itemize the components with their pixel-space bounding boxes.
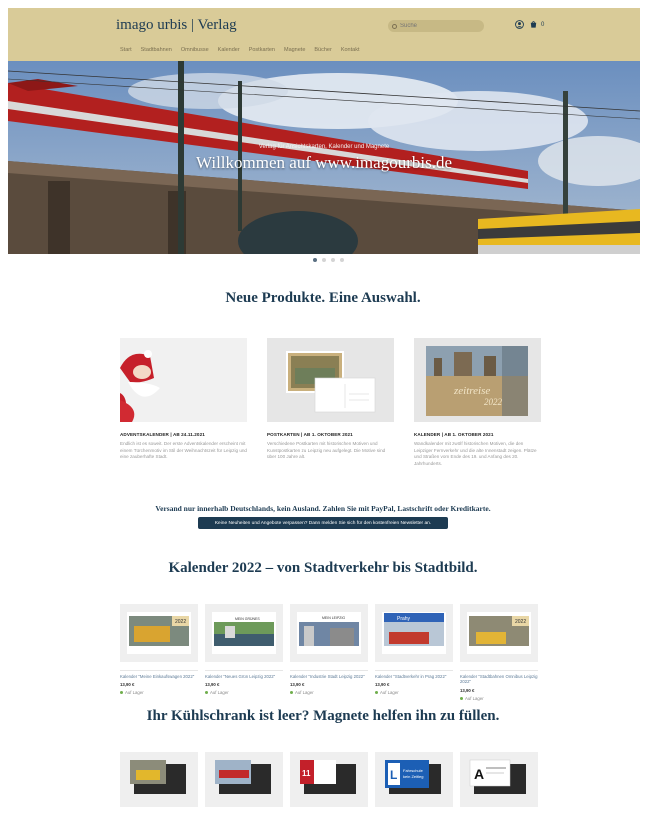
calendar-image[interactable]: 2022 bbox=[120, 604, 198, 662]
teaser-text: Wandkalender mit zwölf historischen Moti… bbox=[414, 441, 537, 466]
stock-dot-icon bbox=[460, 696, 463, 700]
teaser-advent: ADVENTSKALENDER | AB 24.11.2021 Endlich … bbox=[120, 338, 247, 461]
search-icon bbox=[392, 23, 397, 29]
stock-status: Auf Lager bbox=[290, 690, 368, 695]
brand-logo[interactable]: imago urbis | Verlag bbox=[116, 17, 237, 34]
divider bbox=[290, 670, 368, 671]
teaser-image[interactable]: zeitreise 2022 bbox=[414, 338, 541, 422]
magnet-text: Fahrschule bbox=[403, 768, 424, 773]
stock-status: Auf Lager bbox=[120, 690, 198, 695]
svg-text:L: L bbox=[390, 768, 397, 782]
magnet-text: 11 bbox=[302, 769, 311, 778]
divider bbox=[120, 670, 198, 671]
search-box[interactable] bbox=[388, 20, 484, 32]
hero-title: Willkommen auf www.imagourbis.de bbox=[196, 153, 452, 172]
calendar-badge: 2022 bbox=[175, 619, 186, 625]
nav-item-magnete[interactable]: Magnete bbox=[284, 47, 305, 53]
nav-item-kalender[interactable]: Kalender bbox=[218, 47, 240, 53]
stock-label: Auf Lager bbox=[465, 695, 484, 701]
stock-dot-icon bbox=[205, 691, 208, 695]
calendars-heading: Kalender 2022 – von Stadtverkehr bis Sta… bbox=[168, 560, 478, 576]
divider bbox=[375, 670, 453, 671]
calendar-image[interactable]: MEIN GRÜNES bbox=[205, 604, 283, 662]
stock-status: Auf Lager bbox=[375, 690, 453, 695]
calendar-card-text: MEIN LEIPZIG bbox=[322, 616, 345, 620]
calendar-price: 13,90 € bbox=[375, 682, 390, 688]
calendar-price: 13,90 € bbox=[205, 682, 220, 688]
site-header: imago urbis | Verlag 0 Start Stadtbahnen… bbox=[8, 8, 640, 61]
slider-dot[interactable] bbox=[313, 258, 317, 262]
divider bbox=[460, 670, 538, 671]
user-icon[interactable] bbox=[514, 19, 525, 30]
stock-dot-icon bbox=[120, 691, 123, 695]
calendar-name[interactable]: Kalender "Stadtbahnen Omnibus Leipzig 20… bbox=[460, 674, 538, 685]
magnet-text: kein Zeitleg bbox=[403, 774, 423, 779]
teaser-calendar: zeitreise 2022 KALENDER | AB 1. OKTOBER … bbox=[414, 338, 541, 467]
stock-dot-icon bbox=[375, 691, 378, 695]
calendar-name[interactable]: Kalender "Meine Einkaufswagen 2022" bbox=[120, 674, 198, 679]
stock-label: Auf Lager bbox=[295, 690, 314, 696]
stock-label: Auf Lager bbox=[125, 690, 144, 696]
calendar-image[interactable]: Prahy bbox=[375, 604, 453, 662]
teaser-text: Verschiedene Postkarten mit historischen… bbox=[267, 441, 386, 459]
nav-item-kontakt[interactable]: Kontakt bbox=[341, 47, 360, 53]
nav-item-omnibusse[interactable]: Omnibusse bbox=[181, 47, 209, 53]
teaser-calendar-year: 2022 bbox=[484, 397, 503, 407]
stock-status: Auf Lager bbox=[460, 696, 538, 701]
nav-item-postkarten[interactable]: Postkarten bbox=[249, 47, 275, 53]
cart-icon[interactable] bbox=[528, 19, 539, 30]
slider-dot[interactable] bbox=[331, 258, 335, 262]
teaser-caption: KALENDER | AB 1. OKTOBER 2021 bbox=[414, 432, 494, 437]
teaser-image[interactable] bbox=[120, 338, 247, 422]
calendar-name[interactable]: Kalender "Neues Grün Leipzig 2022" bbox=[205, 674, 283, 679]
stock-status: Auf Lager bbox=[205, 690, 283, 695]
calendar-card: MEIN GRÜNES Kalender "Neues Grün Leipzig… bbox=[205, 604, 283, 695]
slider-dot[interactable] bbox=[340, 258, 344, 262]
calendar-name[interactable]: Kalender "Stadtverkehr in Prag 2022" bbox=[375, 674, 453, 679]
magnet-card[interactable] bbox=[120, 752, 198, 807]
nav-item-start[interactable]: Start bbox=[120, 47, 132, 53]
magnet-card[interactable] bbox=[205, 752, 283, 807]
slider-dot[interactable] bbox=[322, 258, 326, 262]
hero-subtitle: Verlag für Ansichtskarten, Kalender und … bbox=[258, 144, 390, 150]
calendar-badge: 2022 bbox=[515, 619, 526, 625]
magnet-card[interactable]: L Fahrschule kein Zeitleg bbox=[375, 752, 453, 807]
calendar-name[interactable]: Kalender "Industrie Stadt Leipzig 2022" bbox=[290, 674, 368, 679]
teaser-caption: POSTKARTEN | AB 1. OKTOBER 2021 bbox=[267, 432, 353, 437]
divider bbox=[205, 670, 283, 671]
stock-label: Auf Lager bbox=[380, 690, 399, 696]
calendar-image[interactable]: 2022 bbox=[460, 604, 538, 662]
magnet-card[interactable]: 11 bbox=[290, 752, 368, 807]
teaser-caption: ADVENTSKALENDER | AB 24.11.2021 bbox=[120, 432, 205, 437]
calendar-card-text: Prahy bbox=[397, 616, 411, 622]
calendar-image[interactable]: MEIN LEIPZIG bbox=[290, 604, 368, 662]
magnets-heading: Ihr Kühlschrank ist leer? Magnete helfen… bbox=[146, 708, 500, 724]
teaser-calendar-word: zeitreise bbox=[453, 385, 490, 397]
cart-count: 0 bbox=[541, 22, 545, 28]
products-heading: Neue Produkte. Eine Auswahl. bbox=[225, 290, 421, 306]
magnet-card[interactable]: A bbox=[460, 752, 538, 807]
calendar-price: 13,90 € bbox=[120, 682, 135, 688]
nav-item-stadtbahnen[interactable]: Stadtbahnen bbox=[141, 47, 172, 53]
calendar-card: Prahy Kalender "Stadtverkehr in Prag 202… bbox=[375, 604, 453, 695]
calendar-card: 2022 Kalender "Meine Einkaufswagen 2022"… bbox=[120, 604, 198, 695]
stock-label: Auf Lager bbox=[210, 690, 229, 696]
slider-dots bbox=[313, 258, 344, 262]
newsletter-button[interactable]: Keine Neuheiten und Angebote verpassen? … bbox=[198, 517, 448, 529]
calendar-card-text: MEIN GRÜNES bbox=[235, 617, 260, 621]
shipping-note: Versand nur innerhalb Deutschlands, kein… bbox=[155, 504, 491, 513]
teaser-text: Endlich ist es soweit. Der erste Advents… bbox=[120, 441, 247, 459]
calendar-price: 13,90 € bbox=[460, 687, 475, 693]
calendar-card: MEIN LEIPZIG Kalender "Industrie Stadt L… bbox=[290, 604, 368, 695]
main-nav: Start Stadtbahnen Omnibusse Kalender Pos… bbox=[120, 47, 359, 53]
nav-item-buecher[interactable]: Bücher bbox=[314, 47, 331, 53]
search-input[interactable] bbox=[400, 21, 480, 31]
magnet-text: A bbox=[474, 766, 484, 782]
hero-slider[interactable]: Verlag für Ansichtskarten, Kalender und … bbox=[8, 61, 640, 254]
teaser-postcards: POSTKARTEN | AB 1. OKTOBER 2021 Verschie… bbox=[267, 338, 394, 461]
calendar-card: 2022 Kalender "Stadtbahnen Omnibus Leipz… bbox=[460, 604, 538, 701]
calendar-price: 13,90 € bbox=[290, 682, 305, 688]
teaser-image[interactable] bbox=[267, 338, 394, 422]
stock-dot-icon bbox=[290, 691, 293, 695]
